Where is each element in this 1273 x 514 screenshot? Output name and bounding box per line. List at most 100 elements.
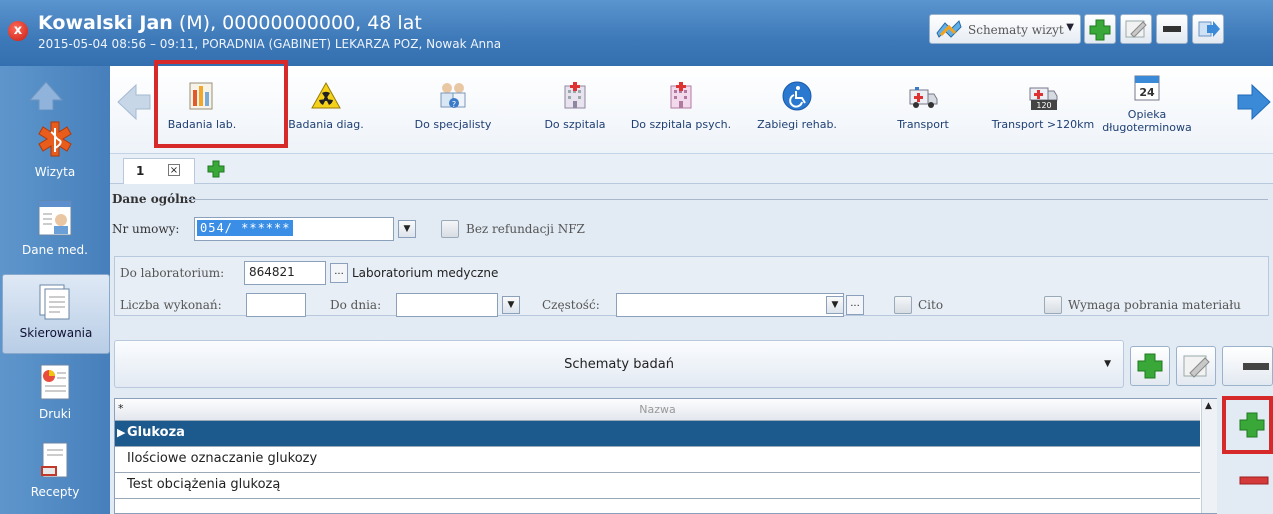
frequency-select[interactable]	[616, 293, 844, 317]
lab-browse-button[interactable]: ...	[330, 263, 348, 283]
chevron-down-icon[interactable]: ▼	[826, 296, 844, 314]
grid-cell-name: Test obciążenia glukozą	[127, 477, 281, 492]
table-row[interactable]: Ilościowe oznaczanie glukozy	[115, 447, 1200, 473]
print-chart-icon	[40, 364, 70, 400]
referral-tabs	[110, 154, 1273, 184]
patient-header: Kowalski Jan (M), 00000000000, 48 lat	[38, 12, 422, 34]
frequency-browse-button[interactable]: ...	[846, 295, 864, 315]
chevron-down-icon[interactable]: ▼	[502, 296, 520, 314]
remove-test-scheme-button[interactable]	[1222, 346, 1273, 386]
add-test-button[interactable]	[1232, 405, 1272, 445]
chevron-down-icon: ▼	[1066, 22, 1074, 33]
ribbon-do-szpitala-psych[interactable]: Do szpitala psych.	[621, 66, 741, 154]
sidebar-item-skierowania[interactable]: Skierowania	[2, 274, 110, 354]
row-pointer-icon: ▶	[117, 426, 126, 439]
ribbon-do-szpitala[interactable]: Do szpitala	[534, 66, 616, 154]
remove-visit-scheme-button[interactable]	[1156, 14, 1188, 44]
contract-select[interactable]: 054/ ******	[194, 217, 394, 241]
ribbon-transport[interactable]: Transport	[886, 66, 960, 154]
lab-label: Do laboratorium:	[120, 266, 225, 280]
edit-test-scheme-button[interactable]	[1176, 346, 1216, 386]
plus-icon	[1137, 353, 1163, 379]
sidebar-item-druki[interactable]: Druki	[2, 362, 108, 421]
plus-icon	[1239, 412, 1265, 438]
remove-test-button[interactable]	[1232, 466, 1272, 496]
edit-icon	[1125, 20, 1147, 38]
tab-1[interactable]: 1 ×	[123, 158, 195, 184]
ribbon-zabiegi-rehab[interactable]: Zabiegi rehab.	[750, 66, 844, 154]
until-date-input[interactable]	[396, 293, 498, 317]
ribbon-do-specjalisty[interactable]: ? Do specjalisty	[407, 66, 499, 154]
ribbon-label: Do szpitala	[544, 118, 606, 131]
patient-card-icon	[38, 200, 72, 236]
visit-schemes-dropdown[interactable]: Schematy wizyt ▼	[929, 14, 1081, 44]
minus-icon	[1163, 26, 1181, 32]
ribbon-label: Do specjalisty	[414, 118, 492, 131]
svg-text:24: 24	[1139, 86, 1155, 99]
arrow-right-icon	[1198, 21, 1220, 37]
svg-text:?: ?	[452, 100, 456, 109]
tab-close-icon[interactable]: ×	[168, 164, 180, 176]
medical-star-icon	[38, 121, 72, 157]
hospital-icon	[564, 82, 586, 109]
edit-visit-scheme-button[interactable]	[1120, 14, 1152, 44]
test-schemes-dropdown[interactable]: Schematy badań ▼	[114, 340, 1124, 388]
minus-icon	[1243, 363, 1269, 370]
add-visit-scheme-button[interactable]	[1084, 14, 1116, 44]
frequency-label: Częstość:	[542, 298, 600, 312]
radiation-warning-icon	[311, 81, 341, 109]
cito-checkbox[interactable]	[894, 296, 912, 314]
no-refund-checkbox[interactable]	[441, 220, 459, 238]
edit-icon	[1183, 355, 1210, 378]
ribbon-transport-120[interactable]: 120 Transport >120km	[984, 66, 1102, 154]
scroll-up-icon[interactable]: ▲	[1205, 401, 1212, 411]
arrow-up-icon[interactable]	[26, 80, 66, 111]
ribbon-label: Badania diag.	[288, 118, 364, 131]
sidebar-item-label: Wizyta	[34, 165, 76, 179]
grid-column-nazwa[interactable]: Nazwa	[115, 403, 1200, 416]
material-checkbox[interactable]	[1044, 296, 1062, 314]
minus-icon	[1239, 476, 1269, 485]
lab-code-input[interactable]: 864821	[244, 261, 326, 285]
ribbon-label: Do szpitala psych.	[630, 118, 732, 131]
grid-cell-name: Ilościowe oznaczanie glukozy	[127, 451, 318, 466]
ribbon-scroll-left-icon[interactable]	[116, 82, 152, 122]
calendar-24-icon: 24	[1134, 75, 1160, 101]
ribbon-label: Zabiegi rehab.	[757, 118, 837, 131]
section-divider	[186, 199, 1268, 200]
table-row[interactable]: Test obciążenia glukozą	[115, 473, 1200, 499]
count-input[interactable]	[246, 293, 306, 317]
ribbon-opieka-dlugoterminowa[interactable]: 24 Opieka długoterminowa	[1102, 66, 1192, 154]
ribbon-scroll-right-icon[interactable]	[1236, 82, 1272, 122]
ribbon-badania-diag[interactable]: Badania diag.	[288, 66, 364, 154]
sidebar-item-label: Recepty	[30, 485, 80, 499]
visit-schemes-label: Schematy wizyt	[968, 23, 1064, 37]
add-test-scheme-button[interactable]	[1130, 346, 1170, 386]
sidebar-item-recepty[interactable]: Recepty	[2, 440, 108, 499]
grid-cell-name: Glukoza	[127, 425, 185, 440]
sidebar-item-dane-med[interactable]: Dane med.	[2, 198, 108, 257]
highlight-badania-lab	[154, 60, 288, 148]
svg-text:120: 120	[1036, 101, 1051, 110]
documents-icon	[39, 284, 70, 320]
count-label: Liczba wykonań:	[120, 298, 222, 312]
sidebar-item-label: Druki	[38, 407, 72, 421]
grid-scrollbar[interactable]: ▲	[1201, 399, 1217, 513]
patient-details: (M), 00000000000, 48 lat	[172, 12, 422, 34]
until-label: Do dnia:	[330, 298, 382, 312]
plus-icon	[1089, 19, 1111, 41]
title-bar: x Kowalski Jan (M), 00000000000, 48 lat …	[0, 0, 1273, 66]
sidebar: Wizyta Dane med. Skierowania Druki Recep…	[0, 66, 110, 514]
save-exit-button[interactable]	[1192, 14, 1224, 44]
table-row[interactable]: ▶ Glukoza	[115, 421, 1200, 447]
section-title: Dane ogólne	[112, 192, 197, 206]
sidebar-item-label: Dane med.	[22, 243, 88, 257]
cito-label: Cito	[918, 298, 944, 312]
add-tab-button[interactable]	[204, 158, 230, 182]
ribbon-label: Opieka długoterminowa	[1102, 108, 1192, 134]
chevron-down-icon[interactable]: ▼	[398, 220, 416, 238]
close-icon[interactable]: x	[8, 21, 28, 41]
sidebar-item-wizyta[interactable]: Wizyta	[2, 120, 108, 179]
sidebar-item-label: Skierowania	[19, 326, 93, 340]
psych-hospital-icon	[670, 82, 692, 109]
